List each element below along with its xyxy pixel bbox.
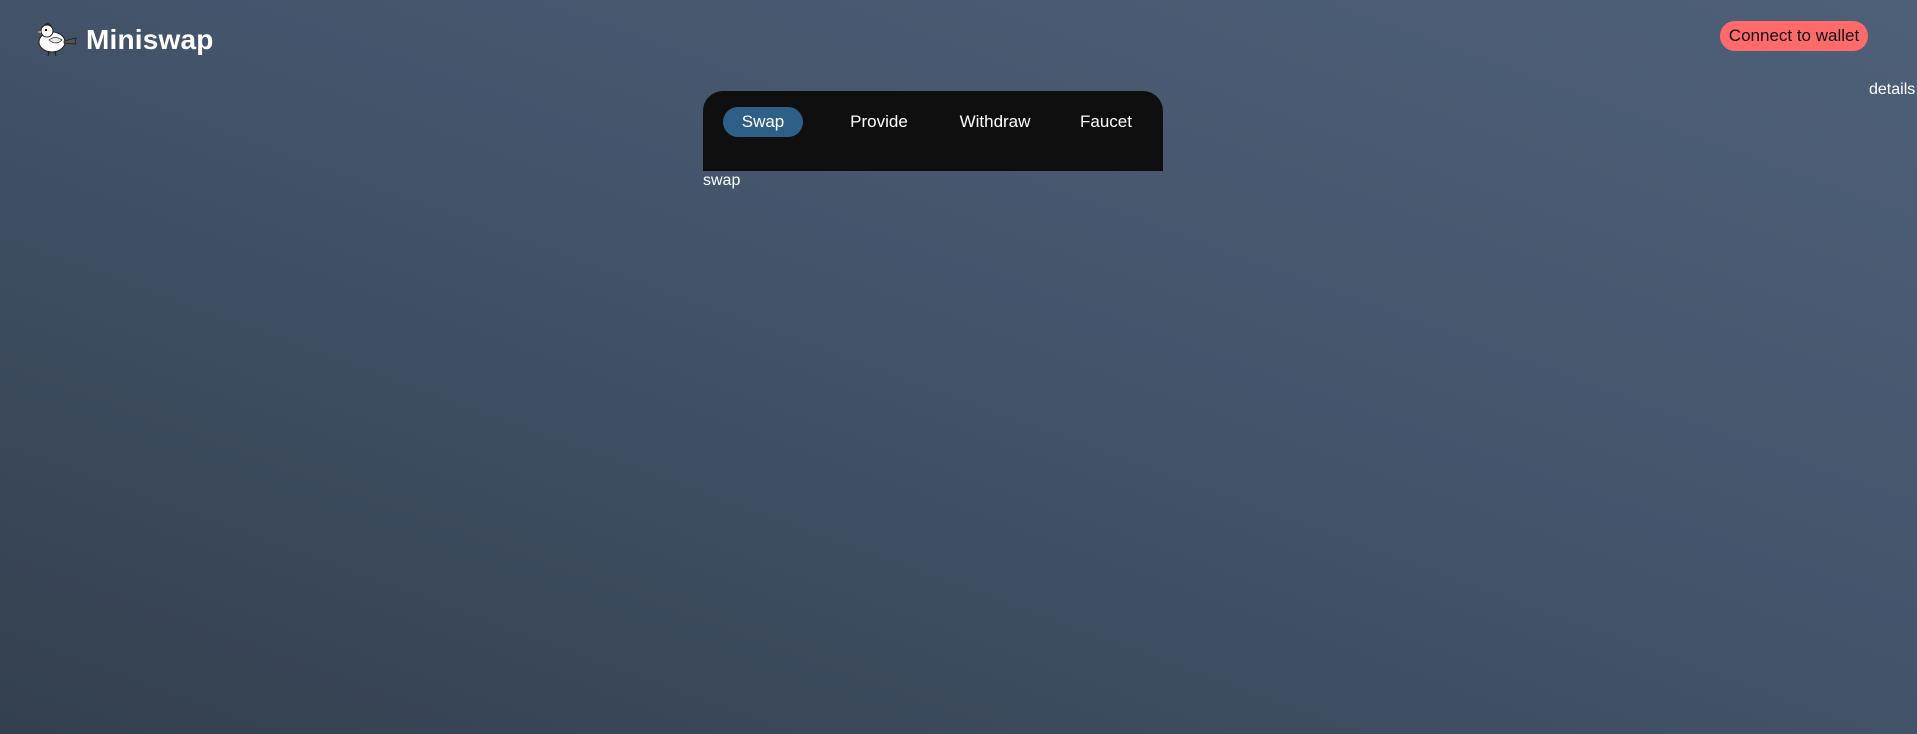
tab-panel: Swap Provide Withdraw Faucet	[703, 91, 1163, 171]
tab-withdraw[interactable]: Withdraw	[946, 107, 1044, 137]
connect-wallet-button[interactable]: Connect to wallet	[1720, 21, 1868, 51]
tab-provide[interactable]: Provide	[833, 107, 925, 137]
app-title: Miniswap	[86, 24, 214, 55]
tab-faucet[interactable]: Faucet	[1066, 107, 1146, 137]
bird-logo-icon	[37, 23, 77, 57]
brand[interactable]: Miniswap	[35, 22, 214, 58]
swap-content-text: swap	[703, 172, 741, 189]
tab-swap[interactable]: Swap	[723, 107, 803, 137]
top-bar: Miniswap Connect to wallet	[0, 0, 1917, 80]
details-link[interactable]: details	[1869, 81, 1915, 99]
